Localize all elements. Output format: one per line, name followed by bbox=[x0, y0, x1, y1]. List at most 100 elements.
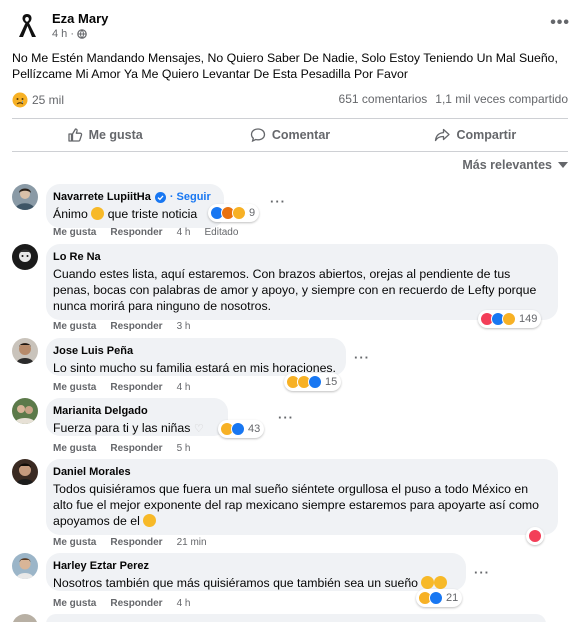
avatar[interactable] bbox=[12, 244, 38, 270]
mourning-ribbon-avatar[interactable] bbox=[12, 10, 42, 40]
avatar[interactable] bbox=[12, 553, 38, 579]
commenter-name[interactable]: Navarrete LupiitHa bbox=[53, 190, 151, 204]
divider bbox=[12, 118, 568, 119]
reaction-count: 9 bbox=[249, 207, 256, 219]
comment-more-button[interactable]: ··· bbox=[354, 350, 370, 365]
comment-item: Navarrete LupiitHa · Seguir Ánimo que tr… bbox=[12, 184, 572, 242]
post-time[interactable]: 4 h · bbox=[52, 28, 74, 40]
comment-reactions[interactable]: 15 bbox=[284, 373, 342, 391]
comment-actions: Me gusta Responder 4 h Editado bbox=[53, 227, 238, 238]
comment-icon bbox=[250, 128, 265, 143]
comment-item: Jose Luis Peña Lo sinto mucho su familia… bbox=[12, 338, 572, 394]
sort-label: Más relevantes bbox=[462, 158, 552, 172]
comment-item: Harley Eztar Perez Nosotros también que … bbox=[12, 553, 572, 611]
comment-text-part: Todos quisiéramos que fuera un mal sueño… bbox=[53, 482, 539, 528]
post-text: No Me Estén Mandando Mensajes, No Quiero… bbox=[12, 51, 558, 81]
comment-time[interactable]: 5 h bbox=[177, 443, 191, 454]
comment-bubble bbox=[46, 614, 546, 622]
comment-text: Fuerza para ti y las niñas ♡ bbox=[53, 420, 218, 437]
like-reaction-icon bbox=[308, 375, 322, 389]
thumbs-up-icon bbox=[67, 128, 82, 142]
avatar[interactable] bbox=[12, 398, 38, 424]
comment-text: Ánimo que triste noticia bbox=[53, 206, 214, 222]
comment-time[interactable]: 4 h bbox=[177, 598, 191, 609]
reaction-count: 149 bbox=[519, 313, 538, 325]
comment-bubble: Navarrete LupiitHa · Seguir Ánimo que tr… bbox=[46, 184, 224, 228]
comment-item: Marianita Delgado Fuerza para ti y las n… bbox=[12, 398, 572, 456]
commenter-name[interactable]: Marianita Delgado bbox=[53, 404, 148, 418]
commenter-name[interactable]: Jose Luis Peña bbox=[53, 344, 133, 358]
comment-reply-button[interactable]: Responder bbox=[110, 443, 162, 454]
verified-badge-icon bbox=[154, 191, 166, 203]
comment-reactions[interactable]: 9 bbox=[208, 204, 260, 222]
reaction-summary[interactable]: 25 mil bbox=[12, 92, 64, 108]
comment-text-part: Nosotros también que más quisiéramos que… bbox=[53, 576, 419, 590]
avatar[interactable] bbox=[12, 459, 38, 485]
edited-label: Editado bbox=[204, 227, 239, 238]
like-button[interactable]: Me gusta bbox=[12, 120, 197, 150]
comment-bubble: Marianita Delgado Fuerza para ti y las n… bbox=[46, 398, 228, 436]
comment-reactions[interactable] bbox=[526, 527, 544, 545]
comment-reply-button[interactable]: Responder bbox=[110, 382, 162, 393]
comment-time[interactable]: 3 h bbox=[177, 321, 191, 332]
sad-face-emoji-icon bbox=[91, 207, 105, 220]
share-icon bbox=[435, 128, 451, 142]
comment-like-button[interactable]: Me gusta bbox=[53, 537, 96, 548]
comment-button[interactable]: Comentar bbox=[197, 120, 382, 150]
crying-face-emoji-icon bbox=[434, 576, 448, 589]
comment-more-button[interactable]: ··· bbox=[474, 565, 490, 580]
comment-reply-button[interactable]: Responder bbox=[110, 321, 162, 332]
comment-actions: Me gusta Responder 3 h bbox=[53, 321, 190, 332]
comment-reply-button[interactable]: Responder bbox=[110, 598, 162, 609]
comment-actions: Me gusta Responder 4 h bbox=[53, 598, 190, 609]
comment-reply-button[interactable]: Responder bbox=[110, 537, 162, 548]
follow-button[interactable]: · Seguir bbox=[170, 190, 211, 204]
comment-like-button[interactable]: Me gusta bbox=[53, 443, 96, 454]
comment-actions: Me gusta Responder 4 h bbox=[53, 382, 190, 393]
comment-like-button[interactable]: Me gusta bbox=[53, 598, 96, 609]
caret-down-icon bbox=[558, 162, 568, 168]
comment-time[interactable]: 4 h bbox=[177, 382, 191, 393]
comment-text-part: Ánimo bbox=[53, 207, 88, 221]
comment-reactions[interactable]: 43 bbox=[218, 420, 265, 438]
comment-item: Lo Re Na Cuando estes lista, aquí estare… bbox=[12, 244, 572, 334]
comment-sort-dropdown[interactable]: Más relevantes bbox=[462, 158, 568, 172]
post-more-button[interactable]: ••• bbox=[550, 14, 570, 32]
comment-time[interactable]: 21 min bbox=[177, 537, 207, 548]
comment-text: Nosotros también que más quisiéramos que… bbox=[53, 575, 456, 591]
comment-text-part: que triste noticia bbox=[107, 207, 198, 221]
comment-time[interactable]: 4 h bbox=[177, 227, 191, 238]
commenter-name[interactable]: Harley Eztar Perez bbox=[53, 559, 149, 573]
comment-actions: Me gusta Responder 21 min bbox=[53, 537, 207, 548]
like-reaction-icon bbox=[231, 422, 245, 436]
shares-count[interactable]: 1,1 mil veces compartido bbox=[435, 92, 568, 106]
divider bbox=[12, 151, 568, 152]
comment-reply-button[interactable]: Responder bbox=[110, 227, 162, 238]
comment-like-button[interactable]: Me gusta bbox=[53, 321, 96, 332]
haha-reaction-icon bbox=[232, 206, 246, 220]
comment-bubble: Lo Re Na Cuando estes lista, aquí estare… bbox=[46, 244, 558, 320]
crying-face-emoji-icon bbox=[143, 514, 157, 527]
comment-bubble: Daniel Morales Todos quisiéramos que fue… bbox=[46, 459, 558, 535]
post-author-name[interactable]: Eza Mary bbox=[52, 11, 108, 26]
comment-reactions[interactable]: 149 bbox=[478, 310, 542, 328]
comment-like-button[interactable]: Me gusta bbox=[53, 227, 96, 238]
share-button[interactable]: Compartir bbox=[383, 120, 568, 150]
comment-bubble: Harley Eztar Perez Nosotros también que … bbox=[46, 553, 466, 591]
commenter-name[interactable]: Daniel Morales bbox=[53, 465, 131, 479]
avatar[interactable] bbox=[12, 184, 38, 210]
reaction-count: 21 bbox=[446, 592, 459, 604]
comment-bubble: Jose Luis Peña Lo sinto mucho su familia… bbox=[46, 338, 346, 376]
crying-face-emoji-icon bbox=[421, 576, 435, 589]
comment-like-button[interactable]: Me gusta bbox=[53, 382, 96, 393]
comment-more-button[interactable]: ··· bbox=[270, 194, 286, 209]
comment-item: Daniel Morales Todos quisiéramos que fue… bbox=[12, 459, 572, 549]
comment-reactions[interactable]: 21 bbox=[416, 589, 463, 607]
avatar[interactable] bbox=[12, 338, 38, 364]
comment-more-button[interactable]: ··· bbox=[278, 410, 294, 425]
comment-text: Cuando estes lista, aquí estaremos. Con … bbox=[53, 267, 537, 313]
avatar[interactable] bbox=[12, 614, 38, 622]
comments-count[interactable]: 651 comentarios bbox=[339, 92, 428, 106]
commenter-name[interactable]: Lo Re Na bbox=[53, 250, 101, 264]
post-actions: Me gusta Comentar Compartir bbox=[12, 120, 568, 150]
